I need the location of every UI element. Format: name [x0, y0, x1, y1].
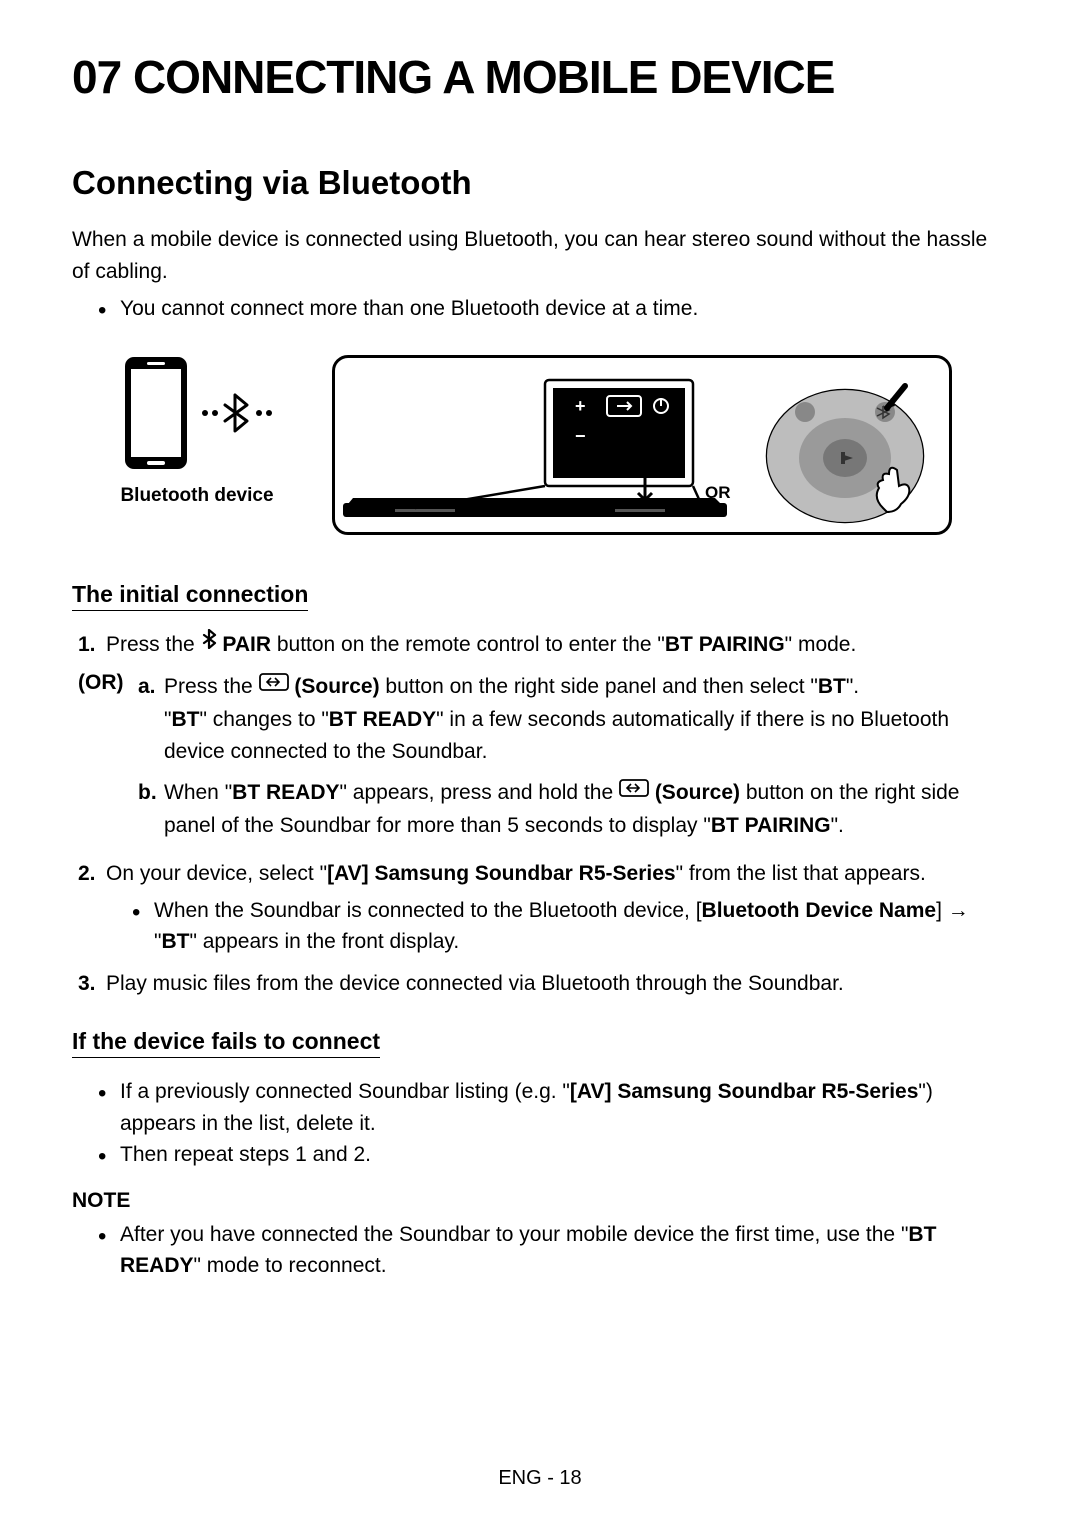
note-label: NOTE [72, 1189, 1008, 1213]
or-label-diagram: OR [705, 483, 731, 502]
section-title: Connecting via Bluetooth [72, 164, 1008, 202]
phone-block: Bluetooth device [82, 355, 312, 507]
phone-label: Bluetooth device [120, 485, 273, 507]
step-number: 1. [78, 629, 106, 662]
substep-b: b. When "BT READY" appears, press and ho… [138, 777, 1008, 842]
note-bullet: After you have connected the Soundbar to… [98, 1219, 1008, 1282]
intro-bullet: You cannot connect more than one Bluetoo… [98, 293, 1008, 325]
fails-title: If the device fails to connect [72, 1028, 380, 1058]
phone-bluetooth-illustration [107, 355, 287, 475]
fails-bullet-2: Then repeat steps 1 and 2. [98, 1139, 1008, 1171]
source-icon [259, 669, 289, 702]
page-footer: ENG - 18 [0, 1467, 1080, 1490]
svg-text:+: + [575, 396, 586, 416]
diagram-row: Bluetooth device + − [82, 355, 1008, 535]
bluetooth-icon [201, 627, 217, 660]
step-2-bullet: When the Soundbar is connected to the Bl… [132, 895, 1008, 958]
or-block: (OR) a. Press the (Source) button on the… [72, 671, 1008, 850]
step-1: 1. Press the PAIR button on the remote c… [78, 629, 1008, 662]
soundbar-illustration: + − OR [332, 355, 952, 535]
fails-bullet-1: If a previously connected Soundbar listi… [98, 1076, 1008, 1139]
svg-text:−: − [575, 426, 586, 446]
or-label: (OR) [78, 671, 138, 850]
substep-a: a. Press the (Source) button on the righ… [138, 671, 1008, 769]
chapter-title: 07 CONNECTING A MOBILE DEVICE [72, 50, 1008, 104]
step-3: 3. Play music files from the device conn… [78, 968, 1008, 1001]
initial-connection-title: The initial connection [72, 581, 308, 611]
intro-text: When a mobile device is connected using … [72, 224, 1008, 287]
step-2: 2. On your device, select "[AV] Samsung … [78, 858, 1008, 958]
source-icon [619, 775, 649, 808]
